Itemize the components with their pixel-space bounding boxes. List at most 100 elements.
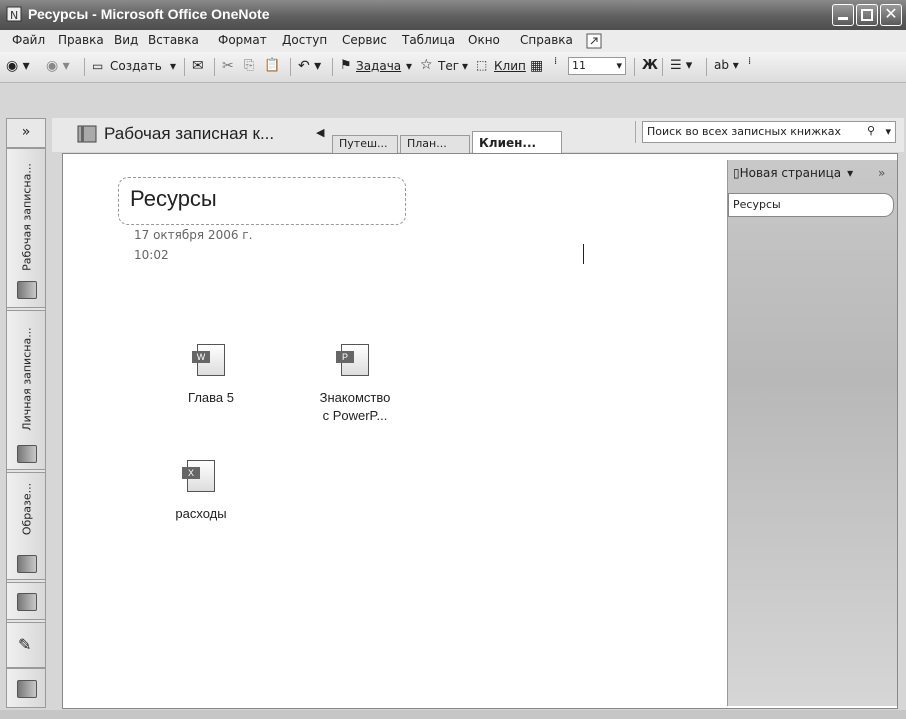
notebook-tab-unnamed[interactable] xyxy=(6,582,46,620)
page-title[interactable]: Ресурсы xyxy=(130,186,217,212)
new-page-icon: ▯ xyxy=(733,166,740,180)
clip-button[interactable]: Клип xyxy=(494,59,526,73)
notebook-label: Рабочая записна... xyxy=(20,163,34,271)
menu-file[interactable]: Файл xyxy=(12,33,45,47)
separator xyxy=(184,58,185,76)
font-size-value: 11 xyxy=(572,59,586,72)
separator xyxy=(662,58,663,76)
text-cursor xyxy=(583,244,584,264)
unfiled-notes-button[interactable]: ✎ xyxy=(6,622,46,668)
collapse-nav-button[interactable]: » xyxy=(6,118,46,148)
notebooks-stack-icon xyxy=(17,680,37,698)
section-tab-plan[interactable]: План... xyxy=(400,135,470,153)
tag-dropdown-icon[interactable]: ▾ xyxy=(462,59,468,73)
notebook-icon xyxy=(17,281,37,299)
bold-button[interactable]: Ж xyxy=(642,58,658,73)
separator xyxy=(214,58,215,76)
attachment-powerpoint[interactable]: P Знакомство с PowerP... xyxy=(300,344,410,423)
page-tabs-pane xyxy=(727,160,897,706)
scroll-left-icon[interactable]: ◀ xyxy=(316,126,324,139)
back-icon[interactable]: ◉ ▾ xyxy=(6,58,30,74)
undo-icon[interactable]: ↶ ▾ xyxy=(298,58,321,74)
forward-icon[interactable]: ◉ ▾ xyxy=(46,58,70,74)
task-button[interactable]: Задача xyxy=(356,59,401,73)
excel-document-icon: X xyxy=(182,460,215,492)
powerpoint-document-icon: P xyxy=(336,344,369,376)
font-size-select[interactable]: 11 ▾ xyxy=(568,57,626,75)
section-tab-travel[interactable]: Путеш... xyxy=(332,135,398,153)
notebook-icon xyxy=(77,125,97,143)
status-bar xyxy=(0,710,906,719)
notebook-icon xyxy=(17,555,37,573)
clip-icon[interactable]: ⬚ xyxy=(476,58,487,72)
notebook-icon xyxy=(17,593,37,611)
chevron-down-icon[interactable]: ▾ xyxy=(885,125,891,138)
create-dropdown-icon[interactable]: ▾ xyxy=(170,59,176,73)
toolbar-overflow-icon[interactable]: ⁞ xyxy=(748,56,751,67)
new-page-button[interactable]: ▯Новая страница ▾ xyxy=(733,166,853,180)
notebook-label: Образе... xyxy=(20,482,34,536)
separator xyxy=(634,58,635,76)
search-placeholder: Поиск во всех записных книжках xyxy=(647,125,842,138)
bullets-icon[interactable]: ☰ ▾ xyxy=(670,58,692,73)
menu-insert[interactable]: Вставка xyxy=(148,33,199,47)
close-button[interactable]: ✕ xyxy=(880,4,902,26)
search-icon[interactable]: ⚲ xyxy=(867,124,875,137)
unfiled-notes-icon: ✎ xyxy=(18,635,32,654)
menu-window[interactable]: Окно xyxy=(468,33,500,47)
chevron-down-icon[interactable]: ▾ xyxy=(847,166,853,180)
new-page-icon[interactable]: ▭ xyxy=(92,59,103,73)
menu-table[interactable]: Таблица xyxy=(402,33,455,47)
attachment-name: расходы xyxy=(175,506,227,521)
cut-icon[interactable]: ✂ xyxy=(222,58,234,74)
flag-icon[interactable]: ⚑ xyxy=(340,58,352,73)
menu-share[interactable]: Доступ xyxy=(282,33,327,47)
menu-edit[interactable]: Правка xyxy=(58,33,104,47)
separator xyxy=(332,58,333,76)
menu-tools[interactable]: Сервис xyxy=(342,33,387,47)
section-tab-clients[interactable]: Клиен... xyxy=(472,131,562,155)
create-button[interactable]: Создать xyxy=(110,59,162,73)
attachment-name-line2: с PowerP... xyxy=(322,408,388,423)
tag-button[interactable]: Тег xyxy=(438,59,459,73)
notebook-title[interactable]: Рабочая записная к... xyxy=(104,124,274,144)
separator xyxy=(84,58,85,76)
svg-text:N: N xyxy=(10,9,18,22)
all-notebooks-button[interactable] xyxy=(6,668,46,708)
copy-icon[interactable]: ⎘ xyxy=(244,58,254,73)
attachment-name: Знакомство xyxy=(319,390,391,405)
menu-options-icon[interactable] xyxy=(586,33,602,49)
toolbar-overflow-icon[interactable]: ⁞ xyxy=(554,56,557,67)
spelling-icon[interactable]: ab ▾ xyxy=(714,58,739,72)
menu-view[interactable]: Вид xyxy=(114,33,138,47)
notebook-tab-personal[interactable]: Личная записна... xyxy=(6,310,46,470)
attachment-word[interactable]: W Глава 5 xyxy=(166,344,256,405)
menu-help[interactable]: Справка xyxy=(520,33,573,47)
attachment-excel[interactable]: X расходы xyxy=(156,460,246,521)
paste-icon[interactable]: 📋 xyxy=(264,58,280,73)
notebook-tab-sample[interactable]: Образе... xyxy=(6,472,46,580)
search-input[interactable]: Поиск во всех записных книжках ⚲ ▾ xyxy=(642,121,896,143)
window-title: Ресурсы - Microsoft Office OneNote xyxy=(28,6,270,22)
word-document-icon: W xyxy=(192,344,225,376)
page-time: 10:02 xyxy=(134,248,169,262)
new-page-label: Новая страница xyxy=(739,166,842,180)
task-dropdown-icon[interactable]: ▾ xyxy=(406,59,412,73)
table-icon[interactable]: ▦ xyxy=(530,58,543,74)
maximize-button[interactable] xyxy=(856,4,878,26)
page-tab-resources[interactable]: Ресурсы xyxy=(728,193,894,217)
star-icon[interactable]: ☆ xyxy=(420,57,433,73)
separator xyxy=(706,58,707,76)
expand-pane-icon[interactable]: » xyxy=(878,166,885,180)
separator xyxy=(290,58,291,76)
email-icon[interactable]: ✉ xyxy=(192,58,204,74)
minimize-button[interactable] xyxy=(832,4,854,26)
separator xyxy=(635,121,636,143)
notebook-icon xyxy=(17,445,37,463)
onenote-app-icon: N xyxy=(6,6,22,22)
notebook-label: Личная записна... xyxy=(20,327,34,431)
notebook-tab-work[interactable]: Рабочая записна... xyxy=(6,148,46,308)
chevron-down-icon: ▾ xyxy=(616,59,622,72)
page-date: 17 октября 2006 г. xyxy=(134,228,253,242)
menu-format[interactable]: Формат xyxy=(218,33,267,47)
